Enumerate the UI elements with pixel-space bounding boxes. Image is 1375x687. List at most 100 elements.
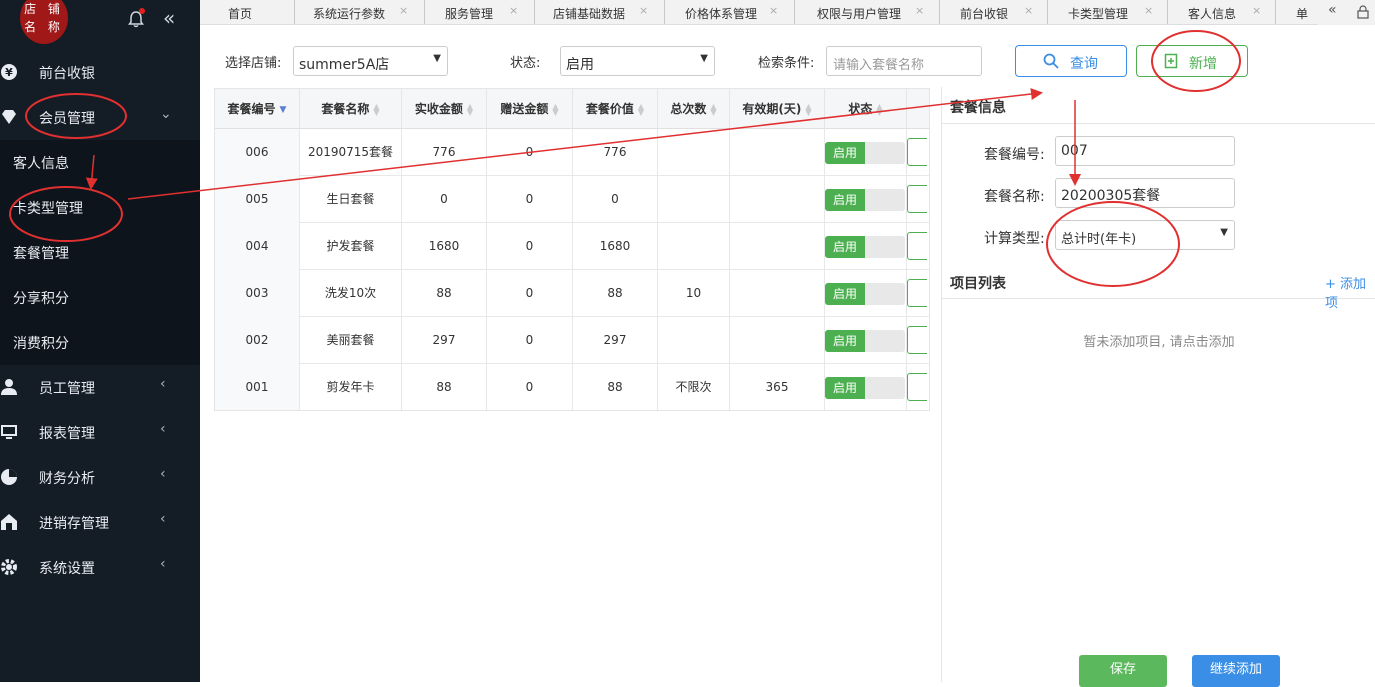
add-item-link[interactable]: + 添加项 bbox=[1325, 273, 1375, 311]
column-header-validity[interactable]: 有效期(天) ▲ ▼ bbox=[730, 89, 825, 129]
sidebar-subitem-consume-points[interactable]: 消费积分 bbox=[0, 320, 200, 365]
close-icon[interactable]: × bbox=[1024, 4, 1033, 17]
close-icon[interactable]: × bbox=[1252, 4, 1261, 17]
continue-add-button[interactable]: 继续添加 bbox=[1192, 655, 1280, 687]
cell-times: 不限次 bbox=[658, 364, 730, 410]
sidebar-item-label: 财务分析 bbox=[39, 471, 95, 487]
sort-icon[interactable]: ▲ ▼ bbox=[467, 102, 473, 116]
dropdown-arrow-icon: ▼ bbox=[1220, 227, 1228, 238]
collapse-sidebar-icon[interactable]: « bbox=[163, 6, 185, 30]
row-action-button[interactable] bbox=[907, 232, 927, 260]
tab-card-type[interactable]: 卡类型管理 × bbox=[1048, 0, 1168, 24]
row-action-button[interactable] bbox=[907, 279, 927, 307]
scroll-tabs-left-icon[interactable]: « bbox=[1328, 2, 1337, 18]
column-header-status[interactable]: 状态 ▲ ▼ bbox=[825, 89, 907, 129]
close-icon[interactable]: × bbox=[639, 4, 648, 17]
table-row[interactable]: 001 剪发年卡 88 0 88 不限次 365 启用 bbox=[215, 364, 929, 410]
store-logo[interactable]: 店 铺 名 称 bbox=[20, 0, 68, 44]
diamond-icon bbox=[2, 110, 16, 124]
table-row[interactable]: 006 20190715套餐 776 0 776 启用 bbox=[215, 129, 929, 176]
sidebar-item-settings[interactable]: 系统设置 ‹ bbox=[0, 545, 200, 590]
table-row[interactable]: 002 美丽套餐 297 0 297 启用 bbox=[215, 317, 929, 364]
close-icon[interactable]: × bbox=[915, 4, 924, 17]
chevron-left-icon: ‹ bbox=[160, 421, 166, 437]
tab-label: 卡类型管理 bbox=[1068, 7, 1129, 21]
sort-icon[interactable]: ▲ ▼ bbox=[876, 102, 882, 116]
tab-service[interactable]: 服务管理 × bbox=[425, 0, 535, 24]
package-code-field[interactable]: 007 bbox=[1055, 136, 1235, 166]
close-icon[interactable]: × bbox=[769, 4, 778, 17]
sidebar-item-reports[interactable]: 报表管理 ‹ bbox=[0, 410, 200, 455]
sidebar-subitem-guest-info[interactable]: 客人信息 bbox=[0, 140, 200, 185]
row-action-button[interactable] bbox=[907, 138, 927, 166]
cell-name: 剪发年卡 bbox=[300, 364, 402, 410]
sort-desc-icon[interactable]: ▼ bbox=[280, 105, 287, 114]
cell-validity bbox=[730, 129, 825, 176]
column-header-id[interactable]: 套餐编号 ▼ bbox=[215, 89, 300, 129]
sort-icon[interactable]: ▲ ▼ bbox=[373, 102, 379, 116]
column-header-label: 套餐编号 bbox=[227, 102, 276, 116]
table-row[interactable]: 005 生日套餐 0 0 0 启用 bbox=[215, 176, 929, 223]
row-action-button[interactable] bbox=[907, 326, 927, 354]
table-row[interactable]: 003 洗发10次 88 0 88 10 启用 bbox=[215, 270, 929, 317]
row-action-button[interactable] bbox=[907, 185, 927, 213]
tab-system-params[interactable]: 系统运行参数 × bbox=[295, 0, 425, 24]
column-header-times[interactable]: 总次数 ▲ ▼ bbox=[658, 89, 730, 129]
column-header-paid[interactable]: 实收金额 ▲ ▼ bbox=[402, 89, 487, 129]
cell-gift: 0 bbox=[487, 364, 573, 410]
cell-value: 88 bbox=[573, 270, 658, 317]
status-toggle[interactable]: 启用 bbox=[825, 142, 905, 164]
tab-home[interactable]: 首页 bbox=[200, 0, 295, 24]
store-select[interactable]: summer5A店 ▼ bbox=[293, 46, 448, 76]
add-button[interactable]: 新增 bbox=[1136, 45, 1248, 77]
sidebar-item-member[interactable]: 会员管理 ⌄ bbox=[0, 95, 200, 140]
cell-name: 洗发10次 bbox=[300, 270, 402, 317]
query-button[interactable]: 查询 bbox=[1015, 45, 1127, 77]
calc-type-select[interactable]: 总计时(年卡) ▼ bbox=[1055, 220, 1235, 250]
sort-icon[interactable]: ▲ ▼ bbox=[710, 102, 716, 116]
status-toggle[interactable]: 启用 bbox=[825, 330, 905, 352]
cell-gift: 0 bbox=[487, 129, 573, 176]
logo-text-line1: 店 铺 bbox=[24, 2, 64, 16]
tab-price-system[interactable]: 价格体系管理 × bbox=[665, 0, 795, 24]
chevron-left-icon: ‹ bbox=[160, 511, 166, 527]
sidebar-subitem-card-type[interactable]: 卡类型管理 bbox=[0, 185, 200, 230]
close-icon[interactable]: × bbox=[509, 4, 518, 17]
cell-value: 1680 bbox=[573, 223, 658, 270]
search-input[interactable]: 请输入套餐名称 bbox=[826, 46, 982, 76]
dropdown-arrow-icon: ▼ bbox=[700, 53, 708, 64]
status-toggle[interactable]: 启用 bbox=[825, 189, 905, 211]
status-toggle[interactable]: 启用 bbox=[825, 236, 905, 258]
sidebar-subitem-package[interactable]: 套餐管理 bbox=[0, 230, 200, 275]
close-icon[interactable]: × bbox=[399, 4, 408, 17]
sidebar-item-finance[interactable]: 财务分析 ‹ bbox=[0, 455, 200, 500]
cell-times bbox=[658, 176, 730, 223]
sidebar-subitem-share-points[interactable]: 分享积分 bbox=[0, 275, 200, 320]
status-toggle-label: 启用 bbox=[825, 142, 865, 164]
sidebar-item-inventory[interactable]: 进销存管理 ‹ bbox=[0, 500, 200, 545]
tab-permissions[interactable]: 权限与用户管理 × bbox=[795, 0, 940, 24]
status-toggle-label: 启用 bbox=[825, 377, 865, 399]
tab-guest-info[interactable]: 客人信息 × bbox=[1168, 0, 1276, 24]
tab-cashier[interactable]: 前台收银 × bbox=[940, 0, 1048, 24]
package-name-field[interactable]: 20200305套餐 bbox=[1055, 178, 1235, 208]
lock-icon[interactable] bbox=[1356, 5, 1370, 19]
sidebar-item-cashier[interactable]: ¥ 前台收银 bbox=[0, 50, 200, 95]
table-row[interactable]: 004 护发套餐 1680 0 1680 启用 bbox=[215, 223, 929, 270]
tab-store-data[interactable]: 店铺基础数据 × bbox=[535, 0, 665, 24]
cell-id: 006 bbox=[215, 129, 300, 176]
column-header-gift[interactable]: 赠送金额 ▲ ▼ bbox=[487, 89, 573, 129]
save-button[interactable]: 保存 bbox=[1079, 655, 1167, 687]
status-toggle[interactable]: 启用 bbox=[825, 377, 905, 399]
close-icon[interactable]: × bbox=[1144, 4, 1153, 17]
column-header-name[interactable]: 套餐名称 ▲ ▼ bbox=[300, 89, 402, 129]
status-select[interactable]: 启用 ▼ bbox=[560, 46, 715, 76]
column-header-value[interactable]: 套餐价值 ▲ ▼ bbox=[573, 89, 658, 129]
sort-icon[interactable]: ▲ ▼ bbox=[638, 102, 644, 116]
sort-icon[interactable]: ▲ ▼ bbox=[552, 102, 558, 116]
row-action-button[interactable] bbox=[907, 373, 927, 401]
sidebar-item-staff[interactable]: 员工管理 ‹ bbox=[0, 365, 200, 410]
cell-status: 启用 bbox=[825, 270, 907, 317]
sort-icon[interactable]: ▲ ▼ bbox=[805, 102, 811, 116]
status-toggle[interactable]: 启用 bbox=[825, 283, 905, 305]
